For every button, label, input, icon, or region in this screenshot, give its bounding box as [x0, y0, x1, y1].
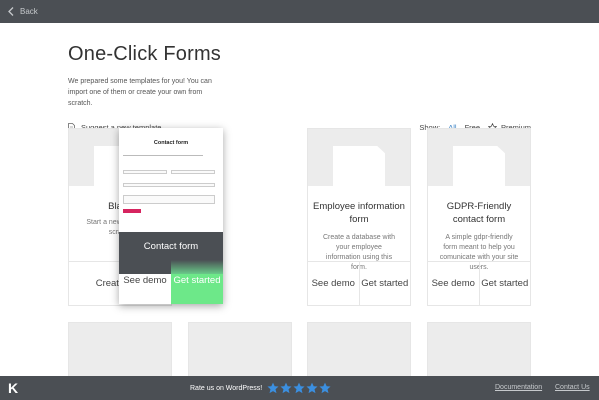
get-started-button[interactable]: Get started [171, 274, 223, 304]
see-demo-button[interactable]: See demo [308, 262, 359, 305]
template-actions: See demo Get started [428, 261, 530, 305]
document-icon [333, 146, 385, 186]
preview-title: Contact form [153, 140, 189, 146]
template-thumbnail [428, 129, 530, 186]
get-started-button[interactable]: Get started [358, 262, 411, 305]
template-name: Employee information form [313, 201, 405, 225]
template-name: Contact form [119, 232, 223, 260]
template-card [427, 322, 531, 383]
star-icon[interactable] [280, 382, 292, 394]
template-card [188, 322, 292, 383]
see-demo-button[interactable]: See demo [428, 262, 479, 305]
rating-stars [267, 382, 332, 394]
overlay-fade [119, 260, 171, 275]
contact-us-link[interactable]: Contact Us [555, 384, 590, 391]
page-title: One-Click Forms [68, 43, 222, 65]
star-icon[interactable] [306, 382, 318, 394]
template-thumbnail [308, 323, 410, 383]
template-card [68, 322, 172, 383]
star-icon[interactable] [267, 382, 279, 394]
template-card-gdpr-contact-form: GDPR-Friendly contact form A simple gdpr… [427, 128, 531, 306]
template-name: GDPR-Friendly contact form [446, 201, 512, 225]
star-icon[interactable] [319, 382, 331, 394]
template-actions: See demo Get started [308, 261, 410, 305]
template-thumbnail [69, 323, 171, 383]
back-button[interactable]: Back [8, 7, 38, 16]
template-actions: See demo Get started [119, 274, 223, 304]
get-started-button[interactable]: Get started [478, 262, 531, 305]
document-icon [453, 146, 505, 186]
template-thumbnail [428, 323, 530, 383]
brand-logo: K [8, 380, 19, 396]
top-bar: Back [0, 0, 599, 23]
star-icon[interactable] [293, 382, 305, 394]
see-demo-button[interactable]: See demo [119, 274, 171, 304]
template-card-contact-form[interactable]: Contact form Contact form See demo Get s… [119, 128, 223, 304]
documentation-link[interactable]: Documentation [495, 384, 542, 391]
preview-field [123, 195, 215, 204]
preview-submit [123, 209, 141, 213]
preview-field [123, 183, 215, 187]
footer-bar: K Rate us on WordPress! Documentation Co… [0, 376, 599, 400]
preview-field [171, 170, 215, 174]
overlay-fade [171, 260, 223, 275]
template-thumbnail [189, 323, 291, 383]
rate-us: Rate us on WordPress! [190, 376, 332, 400]
template-card-employee-information: Employee information form Create a datab… [307, 128, 411, 306]
preview-field [123, 170, 167, 174]
page-description: We prepared some templates for you! You … [68, 78, 212, 107]
rate-us-label: Rate us on WordPress! [190, 384, 263, 392]
back-label: Back [20, 7, 38, 16]
template-preview: Contact form [119, 128, 223, 232]
template-card [307, 322, 411, 383]
template-thumbnail [308, 129, 410, 186]
chevron-left-icon [8, 7, 14, 16]
preview-divider [123, 155, 203, 156]
